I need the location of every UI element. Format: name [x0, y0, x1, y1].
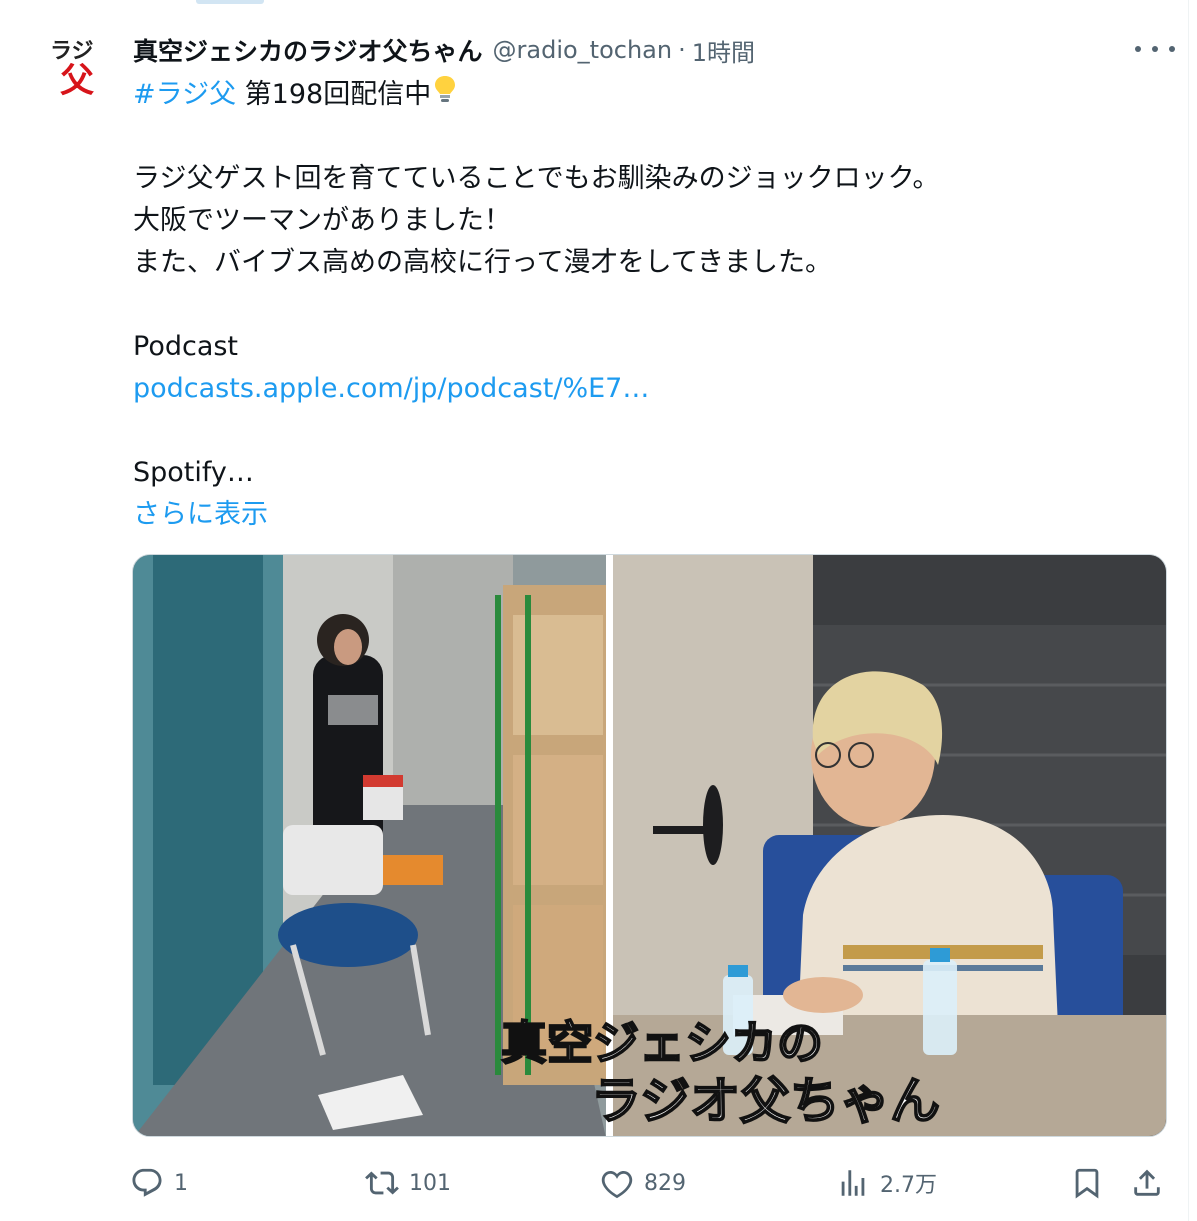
- author-handle[interactable]: @radio_tochan: [493, 36, 673, 64]
- bookmark-button[interactable]: [1070, 1160, 1104, 1206]
- column-divider: [1188, 0, 1189, 1221]
- views-count: 2.7万: [880, 1173, 937, 1198]
- timestamp[interactable]: 1時間: [692, 33, 755, 68]
- media-grid: 真空ジェシカの ラジオ父ちゃん: [132, 554, 1167, 1137]
- reply-icon: [132, 1168, 162, 1197]
- podcast-label: Podcast: [133, 331, 239, 362]
- lightbulb-icon: [433, 74, 457, 117]
- views-button[interactable]: 2.7万: [836, 1160, 937, 1206]
- avatar[interactable]: ラジ 父: [36, 26, 112, 102]
- like-button[interactable]: 829: [600, 1160, 686, 1206]
- hashtag-link[interactable]: #ラジ父: [133, 79, 236, 110]
- body-line-3: また、バイブス高めの高校に行って漫才をしてきました。: [133, 247, 833, 278]
- svg-text:父: 父: [60, 61, 94, 101]
- body-line-1: ラジ父ゲスト回を育てていることでもお馴染みのジョックロック。: [133, 163, 940, 194]
- bookmark-icon: [1075, 1168, 1099, 1199]
- logo-line-2: ラジオ父ちゃん: [590, 1070, 941, 1131]
- more-options-icon[interactable]: [1135, 36, 1175, 62]
- heart-icon: [601, 1170, 633, 1199]
- retweet-button[interactable]: 101: [365, 1160, 451, 1206]
- retweet-icon: [365, 1171, 399, 1195]
- action-bar: 1 101 829 2.7万: [130, 1160, 1177, 1206]
- avatar-logo-icon: ラジ 父: [36, 26, 112, 102]
- body-line-2: 大阪でツーマンがありました！: [133, 205, 511, 236]
- tweet-header: 真空ジェシカのラジオ父ちゃん @radio_tochan · 1時間: [133, 30, 1137, 70]
- media-logo: 真空ジェシカの ラジオ父ちゃん: [500, 1001, 941, 1131]
- show-more-link[interactable]: さらに表示: [133, 494, 1133, 536]
- tweet-text: #ラジ父 第198回配信中 ラジ父ゲスト回を育てていることでもお馴染みのジョック…: [133, 74, 1133, 536]
- retweet-count: 101: [409, 1170, 451, 1196]
- share-icon: [1134, 1169, 1160, 1196]
- analytics-icon: [841, 1170, 865, 1196]
- share-button[interactable]: [1130, 1160, 1164, 1206]
- spotify-label: Spotify…: [133, 457, 254, 488]
- author-name[interactable]: 真空ジェシカのラジオ父ちゃん: [133, 32, 483, 68]
- reply-button[interactable]: 1: [130, 1160, 188, 1206]
- reply-count: 1: [174, 1170, 188, 1196]
- headline-text: 第198回配信中: [236, 79, 432, 110]
- separator-dot: ·: [678, 36, 686, 64]
- top-accent-bar: [196, 0, 264, 4]
- podcast-link[interactable]: podcasts.apple.com/jp/podcast/%E7…: [133, 368, 1133, 410]
- headline-line: #ラジ父 第198回配信中: [133, 74, 1133, 116]
- like-count: 829: [644, 1170, 686, 1196]
